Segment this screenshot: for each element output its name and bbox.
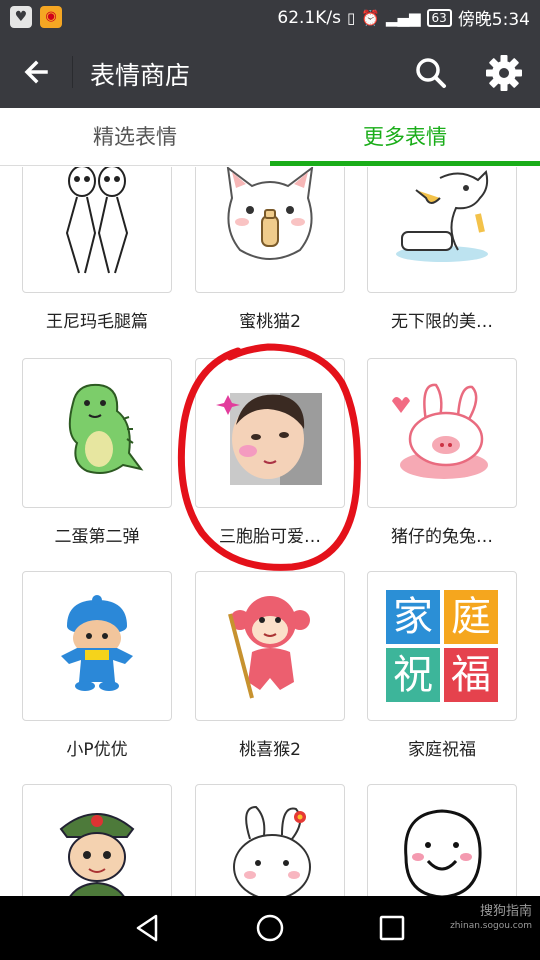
family-blessing-sticker-icon: 家 庭 祝 福 bbox=[386, 590, 498, 702]
watermark-title: 搜狗指南 bbox=[479, 904, 532, 919]
battery-indicator: 63 bbox=[426, 8, 452, 27]
sticker-thumbnail bbox=[195, 784, 345, 896]
sticker-label: 猪仔的兔兔… bbox=[391, 527, 493, 547]
blessing-tile: 庭 bbox=[444, 590, 498, 644]
arrow-left-icon bbox=[24, 60, 48, 84]
sticker-thumbnail bbox=[195, 571, 345, 721]
sticker-thumbnail bbox=[22, 167, 172, 293]
vibrate-icon: ▯ bbox=[346, 8, 356, 27]
gear-icon bbox=[486, 55, 522, 91]
sticker-label: 家庭祝福 bbox=[408, 740, 476, 760]
sticker-item[interactable] bbox=[22, 784, 172, 896]
blessing-tile: 祝 bbox=[386, 648, 440, 702]
sticker-item[interactable]: 蜜桃猫2 bbox=[195, 167, 345, 332]
sticker-label: 王尼玛毛腿篇 bbox=[46, 312, 148, 332]
sticker-label: 桃喜猴2 bbox=[239, 740, 301, 760]
health-app-icon: ♥ bbox=[10, 6, 32, 28]
sticker-thumbnail bbox=[367, 167, 517, 293]
sticker-label: 小P优优 bbox=[66, 740, 128, 760]
status-bar: ♥ ◉ 62.1K/s ▯ ⏰ ▂▄▆ 63 傍晚5:34 bbox=[0, 0, 540, 36]
sticker-thumbnail bbox=[367, 784, 517, 896]
sticker-item[interactable]: 三胞胎可爱… bbox=[195, 358, 345, 547]
nav-home-button[interactable] bbox=[252, 910, 288, 946]
sticker-thumbnail: 家 庭 祝 福 bbox=[367, 571, 517, 721]
search-button[interactable] bbox=[410, 52, 452, 94]
watermark-url: zhinan.sogou.com bbox=[450, 921, 532, 931]
baby-photo-sticker-icon bbox=[216, 393, 322, 485]
page-title: 表情商店 bbox=[90, 61, 191, 90]
active-tab-indicator bbox=[270, 161, 540, 166]
sticker-item[interactable] bbox=[367, 784, 517, 896]
system-navigation-bar: 搜狗指南 zhinan.sogou.com bbox=[0, 896, 540, 960]
nav-back-button[interactable] bbox=[130, 910, 166, 946]
header-divider bbox=[72, 56, 73, 88]
sticker-item[interactable]: 无下限的美… bbox=[367, 167, 517, 332]
blessing-tile: 家 bbox=[386, 590, 440, 644]
alarm-icon: ⏰ bbox=[361, 8, 380, 27]
sticker-thumbnail bbox=[22, 358, 172, 508]
sticker-item[interactable]: 桃喜猴2 bbox=[195, 571, 345, 760]
pig-bunny-sticker-icon bbox=[392, 383, 488, 479]
sogou-watermark: 搜狗指南 zhinan.sogou.com bbox=[436, 904, 532, 934]
sticker-item[interactable]: 家 庭 祝 福 家庭祝福 bbox=[367, 571, 517, 760]
search-icon bbox=[416, 58, 446, 88]
clock: 傍晚5:34 bbox=[457, 10, 530, 30]
sticker-thumbnail bbox=[195, 167, 345, 293]
sticker-item[interactable]: 王尼玛毛腿篇 bbox=[22, 167, 172, 332]
sticker-item[interactable] bbox=[195, 784, 345, 896]
weibo-icon: ◉ bbox=[40, 6, 62, 28]
sticker-label: 二蛋第二弹 bbox=[54, 527, 140, 547]
sticker-label: 无下限的美… bbox=[391, 312, 493, 332]
app-header: 表情商店 bbox=[0, 36, 540, 108]
sticker-item[interactable]: 二蛋第二弹 bbox=[22, 358, 172, 547]
sticker-item[interactable]: 猪仔的兔兔… bbox=[367, 358, 517, 547]
signal-icon: ▂▄▆ bbox=[385, 8, 421, 27]
triangle-back-icon bbox=[136, 914, 158, 942]
peach-cat-sticker-icon bbox=[226, 167, 314, 260]
network-speed: 62.1K/s bbox=[277, 7, 341, 28]
pocoyo-sticker-icon bbox=[61, 595, 133, 691]
soldier-boy-sticker-icon bbox=[59, 813, 135, 896]
sticker-grid: 王尼玛毛腿篇 蜜桃猫2 无下限的美… 二蛋第二弹 三胞胎可爱… 猪仔的兔兔… 小… bbox=[0, 167, 540, 896]
doodle-face-sticker-icon bbox=[404, 809, 482, 896]
settings-button[interactable] bbox=[482, 51, 526, 95]
sticker-label: 蜜桃猫2 bbox=[239, 312, 301, 332]
green-dinosaur-sticker-icon bbox=[68, 383, 144, 474]
white-bunny-sticker-icon bbox=[233, 805, 311, 896]
sticker-thumbnail bbox=[195, 358, 345, 508]
sticker-thumbnail bbox=[367, 358, 517, 508]
sticker-thumbnail bbox=[22, 571, 172, 721]
sticker-item[interactable]: 小P优优 bbox=[22, 571, 172, 760]
pink-monkey-sticker-icon bbox=[228, 596, 310, 699]
back-button[interactable] bbox=[16, 50, 60, 94]
dog-bathtub-sticker-icon bbox=[396, 170, 489, 262]
nav-recents-button[interactable] bbox=[374, 910, 410, 946]
circle-home-icon bbox=[256, 914, 284, 942]
sticker-thumbnail bbox=[22, 784, 172, 896]
tab-more-stickers[interactable]: 更多表情 bbox=[270, 108, 540, 166]
leggy-figures-sticker-icon bbox=[65, 167, 129, 274]
tab-featured-stickers[interactable]: 精选表情 bbox=[0, 108, 270, 166]
square-recents-icon bbox=[379, 915, 405, 941]
blessing-tile: 福 bbox=[444, 648, 498, 702]
sticker-label: 三胞胎可爱… bbox=[219, 527, 321, 547]
tab-bar: 精选表情 更多表情 bbox=[0, 108, 540, 166]
